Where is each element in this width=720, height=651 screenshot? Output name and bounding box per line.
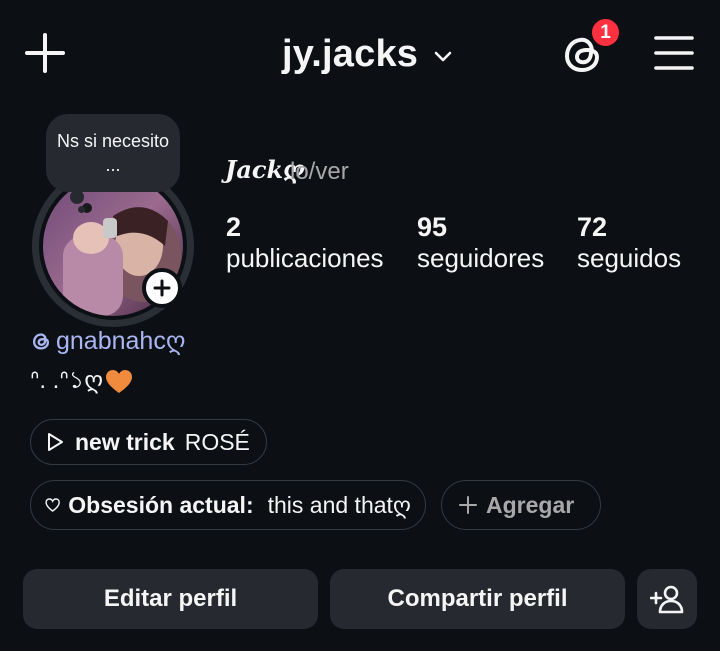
stat-posts[interactable]: 2 publicaciones xyxy=(226,212,384,274)
music-title: new trick xyxy=(75,428,175,455)
bio-text: ᐢ. .ᐢ১ღ xyxy=(30,367,104,394)
stat-followers-value: 95 xyxy=(417,212,448,242)
threads-handle: gnabnahcღ xyxy=(56,327,186,355)
stat-following-label: seguidos xyxy=(577,243,682,273)
threads-handle-link[interactable]: gnabnahcღ xyxy=(30,326,185,356)
chevron-down-icon xyxy=(434,51,452,62)
note-bubble-tail-small xyxy=(78,206,85,213)
add-chip[interactable]: Agregar xyxy=(441,480,601,530)
stat-following[interactable]: 72 seguidos xyxy=(577,212,681,274)
obsession-value: this and thatღ xyxy=(267,491,411,518)
edit-profile-button[interactable]: Editar perfil xyxy=(23,569,318,629)
stat-posts-value: 2 xyxy=(226,212,242,242)
share-profile-label: Compartir perfil xyxy=(387,585,568,612)
note-bubble[interactable]: Ns si necesito ... xyxy=(46,114,180,192)
discover-people-button[interactable] xyxy=(637,569,697,629)
stat-posts-label: publicaciones xyxy=(226,243,384,273)
account-switcher[interactable]: jy.jacks xyxy=(282,30,454,78)
stat-followers[interactable]: 95 seguidores xyxy=(417,212,544,274)
music-artist: ROSÉ xyxy=(184,428,250,455)
stat-following-value: 72 xyxy=(577,212,608,242)
note-text: Ns si necesito ... xyxy=(56,131,170,175)
obsession-label: Obsesión actual: xyxy=(68,491,254,518)
threads-small-icon xyxy=(32,333,50,350)
add-story-button[interactable] xyxy=(142,268,182,308)
music-chip[interactable]: new trick ROSÉ xyxy=(30,419,267,465)
pronouns: lo/ver xyxy=(290,158,349,185)
stat-followers-label: seguidores xyxy=(417,243,545,273)
notification-badge: 1 xyxy=(589,16,622,49)
add-chip-label: Agregar xyxy=(486,491,575,518)
username: jy.jacks xyxy=(282,32,419,75)
plus-icon xyxy=(459,496,477,514)
obsession-chip[interactable]: Obsesión actual: this and thatღ xyxy=(30,480,426,530)
edit-profile-label: Editar perfil xyxy=(103,585,238,612)
create-plus-icon[interactable] xyxy=(22,30,68,76)
orange-heart-icon xyxy=(106,370,133,393)
plus-icon xyxy=(153,279,171,297)
menu-icon[interactable] xyxy=(654,34,694,72)
play-icon xyxy=(48,433,63,451)
share-profile-button[interactable]: Compartir perfil xyxy=(330,569,625,629)
heart-icon xyxy=(45,498,60,512)
bio: ᐢ. .ᐢ১ღ xyxy=(30,362,133,402)
note-bubble-tail xyxy=(70,190,84,204)
add-user-icon xyxy=(650,585,684,614)
